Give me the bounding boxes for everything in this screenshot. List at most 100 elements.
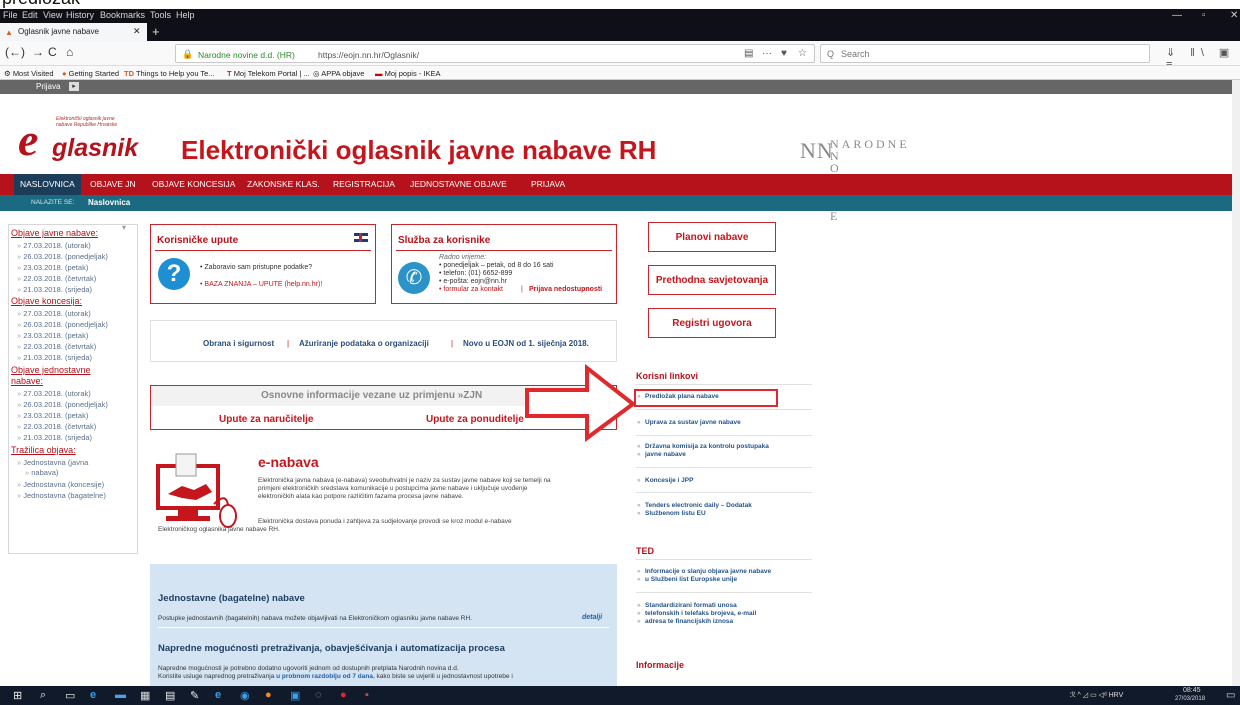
uk-flag-icon[interactable]: [354, 233, 368, 242]
sidebar-heading-jednostavne[interactable]: Objave jednostavne: [11, 365, 91, 375]
link-novo[interactable]: Novo u EOJN od 1. siječnja 2018.: [463, 339, 589, 348]
system-tray-icons[interactable]: ℛ ^ ◿ ▭ ◁ᵈ HRV: [1070, 691, 1123, 699]
nav-naslovnica[interactable]: NASLOVNICA: [14, 174, 81, 195]
registri-ugovora-button[interactable]: Registri ugovora: [648, 308, 776, 338]
link-obrana[interactable]: Obrana i sigurnost: [203, 339, 274, 348]
sidebar-item[interactable]: 27.03.2018. (utorak): [17, 241, 91, 250]
menu-file[interactable]: File: [3, 10, 18, 20]
store-icon[interactable]: ▦: [140, 689, 150, 702]
bookmark-things[interactable]: TD Things to Help you Te...: [124, 69, 215, 78]
url-text[interactable]: https://eojn.nn.hr/Oglasnik/: [318, 50, 419, 60]
search-taskbar-icon[interactable]: ⌕: [40, 689, 46, 702]
outlook-icon[interactable]: ◉: [240, 689, 250, 702]
sidebar-item[interactable]: 21.03.2018. (srijeda): [17, 285, 92, 294]
sidebar-item[interactable]: Jednostavna (bagatelne): [17, 491, 106, 500]
link-ted-2[interactable]: Službenom listu EU: [637, 510, 706, 518]
bookmark-star-icon[interactable]: ☆: [798, 48, 807, 59]
chevron-down-icon[interactable]: ▾: [122, 223, 126, 232]
tab-close-icon[interactable]: ✕: [133, 26, 141, 37]
opera-icon[interactable]: ●: [340, 689, 347, 701]
sidebar-item-cont[interactable]: nabava): [25, 468, 58, 477]
menu-help[interactable]: Help: [176, 10, 195, 20]
sidebar-item[interactable]: Jednostavna (koncesije): [17, 480, 104, 489]
clock-date[interactable]: 27/03/2018: [1175, 696, 1205, 702]
sidebar-item[interactable]: Jednostavna (javna: [17, 458, 88, 467]
menu-tools[interactable]: Tools: [150, 10, 171, 20]
chrome-icon[interactable]: ◌: [315, 689, 322, 701]
nav-registracija[interactable]: REGISTRACIJA: [333, 179, 395, 189]
login-arrow-icon[interactable]: ▸: [69, 82, 79, 91]
back-button[interactable]: (←): [5, 45, 25, 59]
link-informacije-slanju-2[interactable]: u Službeni list Europske unije: [637, 576, 737, 584]
lock-icon[interactable]: 🔒: [182, 49, 193, 60]
task-view-icon[interactable]: ▭: [65, 689, 75, 702]
nav-prijava[interactable]: PRIJAVA: [531, 179, 565, 189]
nav-objave-koncesija[interactable]: OBJAVE KONCESIJA: [152, 179, 235, 189]
sidebar-heading-javne-nabave[interactable]: Objave javne nabave:: [11, 228, 98, 238]
forgot-credentials-link[interactable]: • Zaboravio sam pristupne podatke?: [200, 264, 312, 271]
paint-icon[interactable]: ✎: [190, 689, 199, 702]
page-actions-icon[interactable]: ···: [762, 48, 772, 59]
app-icon[interactable]: ▣: [290, 689, 300, 702]
sidebar-item[interactable]: 23.03.2018. (petak): [17, 331, 88, 340]
bookmark-telekom[interactable]: T Moj Telekom Portal | ...: [227, 69, 310, 78]
start-icon[interactable]: ⊞: [13, 689, 22, 702]
contact-form-link[interactable]: • formular za kontakt: [439, 286, 503, 293]
eoglasnik-logo[interactable]: Elektronički oglasnik javne nabave Repub…: [18, 114, 138, 165]
firefox-icon[interactable]: ●: [265, 689, 272, 701]
maximize-button[interactable]: ▫: [1202, 10, 1206, 21]
sidebar-heading-trazilica[interactable]: Tražilica objava:: [11, 445, 76, 455]
nav-zakonske-klas[interactable]: ZAKONSKE KLAS.: [247, 179, 320, 189]
menu-edit[interactable]: Edit: [22, 10, 38, 20]
calculator-icon[interactable]: ▤: [165, 689, 175, 702]
menu-history[interactable]: History: [66, 10, 94, 20]
minimize-button[interactable]: —: [1172, 10, 1182, 21]
link-upute-narucitelje[interactable]: Upute za naručitelje: [219, 414, 313, 425]
url-bar[interactable]: 🔒 Narodne novine d.d. (HR) https://eojn.…: [175, 44, 815, 63]
link-standardizirani[interactable]: Standardizirani formati unosa: [637, 602, 737, 610]
bookmark-ikea[interactable]: ▬ Moj popis - IKEA: [375, 69, 440, 78]
sidebar-item[interactable]: 23.03.2018. (petak): [17, 411, 88, 420]
reload-button[interactable]: C: [48, 45, 57, 59]
bookmark-appa[interactable]: ◎ APPA objave: [313, 69, 364, 78]
trial-link[interactable]: u probnom razdoblju od 7 dana: [276, 673, 373, 680]
planovi-nabave-button[interactable]: Planovi nabave: [648, 222, 776, 252]
page-scrollbar[interactable]: [1232, 80, 1240, 686]
forward-button[interactable]: →: [32, 45, 44, 59]
sidebar-item[interactable]: 27.03.2018. (utorak): [17, 389, 91, 398]
edge-icon[interactable]: e: [90, 689, 96, 701]
link-azuriranje[interactable]: Ažuriranje podataka o organizaciji: [299, 339, 429, 348]
link-drzavna-komisija[interactable]: Državna komisija za kontrolu postupaka: [637, 443, 769, 451]
sidebar-item[interactable]: 23.03.2018. (petak): [17, 263, 88, 272]
sidebar-item[interactable]: 26.03.2018. (ponedjeljak): [17, 252, 108, 261]
prethodna-savjetovanja-button[interactable]: Prethodna savjetovanja: [648, 265, 776, 295]
nav-jednostavne-objave[interactable]: JEDNOSTAVNE OBJAVE: [410, 179, 507, 189]
link-drzavna-komisija-2[interactable]: javne nabave: [637, 451, 686, 459]
tab-oglasnik[interactable]: ▲ Oglasnik javne nabave ✕: [0, 23, 147, 41]
link-standardizirani-2[interactable]: telefonskih i telefaks brojeva, e-mail: [637, 610, 756, 618]
sidebar-item[interactable]: 21.03.2018. (srijeda): [17, 433, 92, 442]
login-link[interactable]: Prijava: [36, 82, 60, 91]
home-button[interactable]: ⌂: [66, 45, 73, 59]
reader-view-icon[interactable]: ▤: [744, 48, 753, 59]
breadcrumb-current[interactable]: Naslovnica: [88, 198, 130, 207]
email-value[interactable]: • e-pošta: eojn@nn.hr: [439, 278, 507, 285]
link-upute-ponuditelje[interactable]: Upute za ponuditelje: [426, 414, 524, 425]
sidebar-heading-jednostavne-2[interactable]: nabave:: [11, 376, 43, 386]
ie-icon[interactable]: e: [215, 689, 221, 701]
sidebar-item[interactable]: 22.03.2018. (četvrtak): [17, 342, 96, 351]
bookmark-getting-started[interactable]: ● Getting Started: [62, 69, 119, 78]
link-uprava[interactable]: Uprava za sustav javne nabave: [637, 419, 741, 427]
powerpoint-icon[interactable]: ▪: [365, 689, 369, 701]
sidebar-item[interactable]: 22.03.2018. (četvrtak): [17, 274, 96, 283]
clock-time[interactable]: 08:45: [1183, 687, 1201, 694]
sidebar-heading-koncesije[interactable]: Objave koncesija:: [11, 296, 82, 306]
search-input[interactable]: Q Search: [820, 44, 1150, 63]
sidebar-item[interactable]: 22.03.2018. (četvrtak): [17, 422, 96, 431]
report-outage-link[interactable]: Prijava nedostupnosti: [529, 286, 602, 293]
sidebar-item[interactable]: 21.03.2018. (srijeda): [17, 353, 92, 362]
pocket-icon[interactable]: ♥: [781, 48, 787, 59]
details-link[interactable]: detalji: [582, 614, 602, 621]
link-ted[interactable]: Tenders electronic daily – Dodatak: [637, 502, 752, 510]
nav-objave-jn[interactable]: OBJAVE JN: [90, 179, 136, 189]
